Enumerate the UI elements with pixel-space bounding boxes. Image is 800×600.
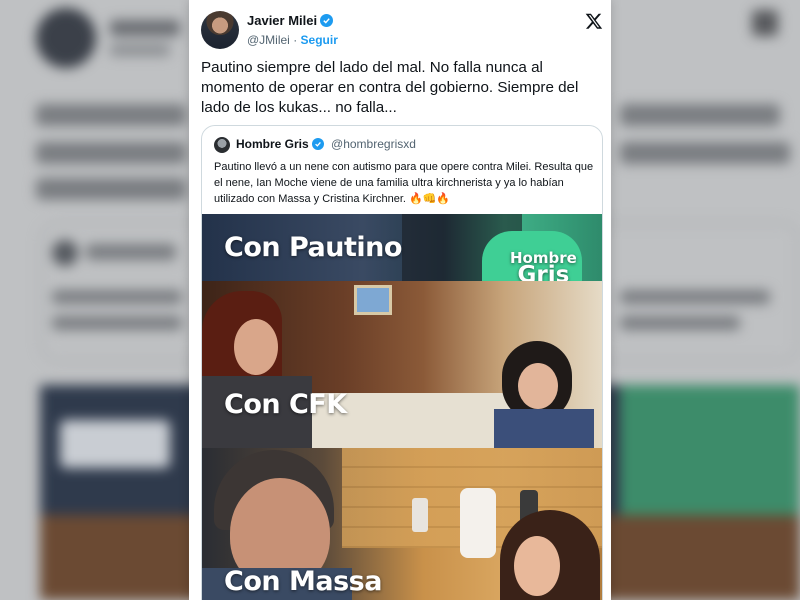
backdrop-text-line [620, 316, 740, 330]
backdrop-text-line [86, 244, 176, 260]
watermark: Hombre Gris [510, 250, 577, 282]
photo-figure [494, 409, 594, 448]
backdrop-text-line [620, 290, 770, 304]
photo-figure [514, 536, 560, 596]
photo-frame [354, 285, 392, 315]
backdrop-text-line [620, 142, 790, 164]
backdrop-image-text [60, 420, 170, 468]
backdrop-text-line [52, 316, 182, 330]
quoted-author-avatar [214, 137, 230, 153]
backdrop-text-line [36, 178, 186, 200]
backdrop-text-line [52, 290, 182, 304]
photo-cloth [460, 488, 496, 558]
quoted-author-handle: @hombregrisxd [331, 137, 416, 151]
photo-figure [518, 363, 558, 409]
image-panel-massa[interactable]: Con Massa [202, 448, 602, 600]
backdrop-text-line [36, 142, 186, 164]
backdrop-quote-avatar [52, 240, 78, 266]
panel-label: Con Pautino [224, 232, 402, 263]
image-panel-pautino[interactable]: Con Pautino Hombre Gris [202, 214, 602, 282]
watermark-line2: Gris [517, 262, 570, 282]
backdrop-handle [110, 44, 170, 56]
quoted-text: Pautino llevó a un nene con autismo para… [214, 161, 594, 205]
x-logo-icon[interactable] [585, 12, 603, 30]
backdrop-text-line [620, 104, 780, 126]
author-name-row[interactable]: Javier Milei [247, 13, 334, 28]
photo-figure [234, 319, 278, 375]
backdrop-x-logo [752, 10, 778, 36]
author-avatar[interactable] [201, 11, 239, 49]
follow-button[interactable]: Seguir [301, 33, 338, 47]
author-name[interactable]: Javier Milei [247, 13, 317, 28]
separator-dot: · [293, 33, 298, 47]
author-handle-row: @JMilei · Seguir [247, 33, 338, 47]
image-panel-cfk[interactable]: Con CFK [202, 281, 602, 448]
tweet-text: Pautino siempre del lado del mal. No fal… [201, 59, 579, 116]
verified-badge-icon [311, 138, 324, 150]
tweet-card: Javier Milei @JMilei · Seguir Pautino si… [189, 0, 611, 600]
backdrop-avatar [36, 8, 96, 68]
quoted-author-row: Hombre Gris @hombregrisxd [236, 137, 416, 151]
panel-label: Con Massa [224, 566, 382, 597]
backdrop-image [620, 385, 800, 515]
panel-label: Con CFK [224, 389, 347, 420]
photo-bottle [412, 498, 428, 532]
quoted-tweet[interactable]: Hombre Gris @hombregrisxd Pautino llevó … [201, 125, 603, 600]
quoted-author-name: Hombre Gris [236, 137, 309, 151]
author-handle[interactable]: @JMilei [247, 33, 290, 47]
backdrop-text-line [36, 104, 186, 126]
backdrop-name [110, 20, 180, 36]
verified-badge-icon [320, 14, 334, 27]
